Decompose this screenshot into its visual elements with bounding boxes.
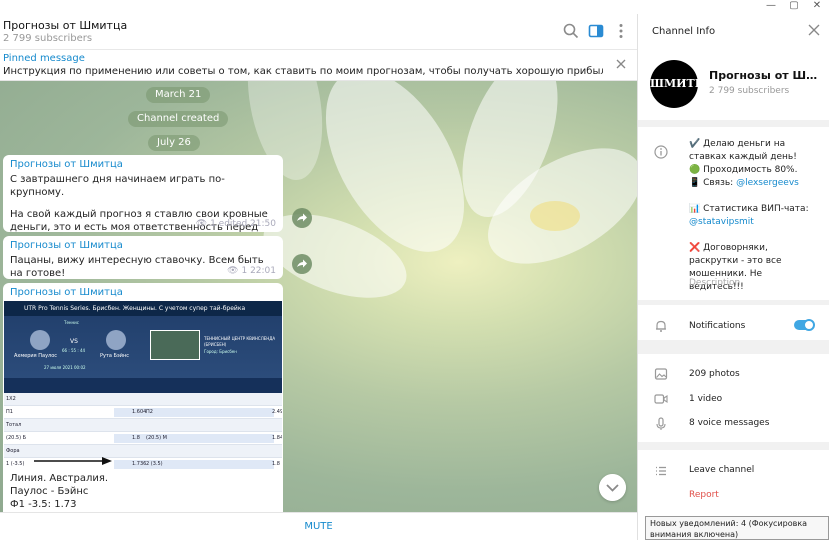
bottom-bar: MUTE: [0, 512, 637, 540]
search-icon[interactable]: [562, 22, 580, 40]
flower-center: [530, 201, 580, 231]
notification-tooltip: Новых уведомлений: 4 (Фокусировка вниман…: [645, 516, 829, 540]
views-count: 1: [210, 219, 216, 229]
sidebar-toggle-icon[interactable]: [587, 22, 605, 40]
desc-line: 🟢 Проходимость 80%.: [689, 165, 798, 175]
message-text: С завтрашнего дня начинаем играть по-кру…: [10, 174, 225, 198]
share-icon[interactable]: [292, 208, 312, 228]
views-count: 1: [241, 266, 248, 276]
description-label: Description: [689, 278, 741, 288]
stats-link[interactable]: @statavipsmit: [689, 217, 754, 227]
close-icon[interactable]: [808, 24, 820, 36]
channel-name: Прогнозы от Шмитца: [709, 69, 821, 82]
screenshot-scene: VS Ахмерия Паулос Рута Бэйнс 66 : 55 : 4…: [4, 316, 282, 393]
odds-row: (20.5) Б 1.8 (20.5) М 1.84: [4, 432, 282, 445]
voice-messages-link[interactable]: 8 voice messages: [689, 418, 769, 428]
chat-subscribers: 2 799 subscribers: [3, 33, 93, 44]
contact-link[interactable]: @lexsergeevs: [736, 178, 799, 188]
message-text: Паулос - Бэйнс: [10, 486, 89, 497]
message-meta: 👁 1 edited 21:50: [196, 219, 276, 229]
venue-name: ТЕННИСНЫЙ ЦЕНТР КВИНСЛЕНДА (БРИСБЕН): [204, 336, 276, 347]
message-author[interactable]: Прогнозы от Шмитца: [10, 287, 276, 298]
odds-row: 1X2: [4, 393, 282, 406]
list-icon: [656, 466, 666, 476]
avatar[interactable]: ШМИТЦ: [650, 60, 705, 108]
panel-title: Channel Info: [652, 26, 716, 37]
message-text: Линия. Австралия.: [10, 473, 109, 484]
odds-row: П1 1.604 П2 2.49: [4, 406, 282, 419]
message-bubble[interactable]: Прогнозы от Шмитца Пацаны, вижу интересн…: [3, 236, 283, 279]
date-pill: July 26: [148, 135, 200, 151]
window-titlebar: — ▢ ✕: [0, 0, 829, 14]
pinned-message-bar[interactable]: Pinned message Инструкция по применению …: [0, 50, 637, 81]
scroll-down-icon[interactable]: [599, 474, 626, 501]
maximize-button[interactable]: ▢: [783, 0, 805, 14]
close-window-button[interactable]: ✕: [806, 0, 828, 14]
sport-label: Теннис: [64, 320, 79, 325]
photos-link[interactable]: 209 photos: [689, 369, 740, 379]
notifications-toggle[interactable]: [794, 319, 815, 331]
chat-title[interactable]: Прогнозы от Шмитца: [3, 19, 127, 32]
screenshot-toolbar: [4, 378, 282, 393]
minimize-button[interactable]: —: [760, 0, 782, 14]
message-time: edited 21:50: [218, 219, 276, 229]
vs-label: VS: [70, 338, 78, 345]
desc-line: 📱 Связь: @lexsergeevs: [689, 178, 799, 188]
mute-button[interactable]: MUTE: [0, 513, 637, 540]
microphone-icon: [656, 417, 666, 430]
screenshot-header: UTR Pro Tennis Series. Брисбен. Женщины.…: [4, 301, 282, 316]
desc-line: 📊 Статистика ВИП-чата: @statavipsmit: [689, 204, 809, 227]
score: 66 : 55 : 44: [62, 348, 86, 353]
channel-info-panel: Channel Info ШМИТЦ Прогнозы от Шмитца 2 …: [637, 14, 829, 540]
channel-description: ✔️ Делаю деньги на ставках каждый день! …: [689, 138, 819, 294]
bet-screenshot[interactable]: UTR Pro Tennis Series. Брисбен. Женщины.…: [4, 301, 282, 469]
player-name: Рута Бэйнс: [100, 353, 129, 359]
chat-area: March 21 Channel created July 26 Прогноз…: [0, 81, 637, 512]
date-pill: Channel created: [128, 111, 229, 127]
desc-line: ✔️ Делаю деньги на ставках каждый день!: [689, 139, 797, 162]
arrow-icon: [34, 457, 112, 465]
pinned-text: Инструкция по применению или советы о то…: [3, 66, 603, 77]
info-icon: [654, 145, 668, 159]
venue-image: [150, 330, 200, 360]
bell-icon: [656, 320, 666, 332]
share-icon[interactable]: [292, 254, 312, 274]
message-author[interactable]: Прогнозы от Шмитца: [10, 159, 276, 170]
panel-header: Channel Info ШМИТЦ Прогнозы от Шмитца 2 …: [638, 14, 829, 120]
message-bubble[interactable]: Прогнозы от Шмитца С завтрашнего дня нач…: [3, 155, 283, 246]
date-pill: March 21: [146, 87, 211, 103]
odds-row: Тотал: [4, 419, 282, 432]
views-icon: 👁: [227, 266, 239, 276]
player-avatar: [30, 330, 50, 350]
views-icon: 👁: [195, 219, 208, 229]
message-author[interactable]: Прогнозы от Шмитца: [10, 240, 276, 251]
close-icon[interactable]: [615, 58, 627, 70]
channel-subscribers: 2 799 subscribers: [709, 86, 790, 96]
leave-channel-button[interactable]: Leave channel: [689, 465, 754, 475]
chat-header: Прогнозы от Шмитца 2 799 subscribers: [0, 14, 637, 50]
match-date: 27 июля 2021 00:02: [44, 365, 86, 370]
video-icon: [654, 394, 668, 404]
message-time: 22:01: [250, 266, 276, 276]
video-link[interactable]: 1 video: [689, 394, 722, 404]
notifications-label: Notifications: [689, 321, 746, 331]
message-bubble[interactable]: Прогнозы от Шмитца UTR Pro Tennis Series…: [3, 283, 283, 512]
venue-city: Город: Брисбен: [204, 349, 237, 354]
report-button[interactable]: Report: [689, 490, 719, 500]
pinned-title: Pinned message: [3, 53, 85, 64]
message-text: Ф1 -3.5: 1.73: [10, 499, 77, 510]
message-meta: 👁 1 22:01: [227, 266, 276, 276]
player-avatar: [106, 330, 126, 350]
more-options-icon[interactable]: [612, 22, 630, 40]
player-name: Ахмерия Паулос: [14, 353, 58, 359]
photo-icon: [654, 368, 668, 380]
